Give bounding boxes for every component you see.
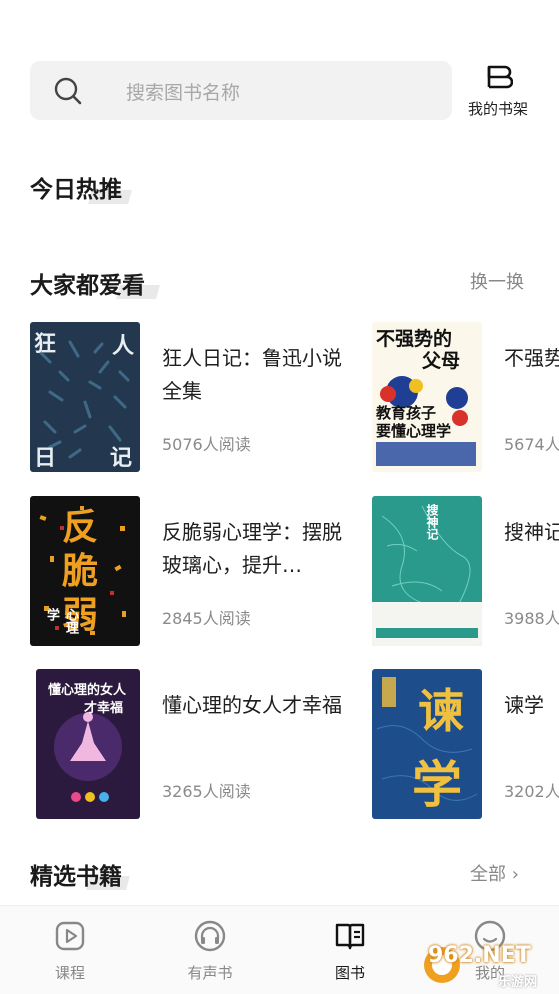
refresh-button[interactable]: 换一换: [470, 268, 524, 294]
book-cover: 搜神记: [372, 496, 482, 646]
cover-subtitle: 心理学: [44, 608, 78, 634]
tab-label: 有声书: [187, 964, 233, 982]
cover-title-char: 狂: [34, 331, 57, 357]
book-item[interactable]: 狂 人 日 记 狂人日记：鲁迅小说全集 5076人阅读: [30, 322, 360, 474]
book-title: 反脆弱心理学：摆脱玻璃心，提升…: [162, 520, 342, 577]
cover-title-char: 谏: [418, 684, 464, 738]
tab-books[interactable]: 图书: [280, 906, 420, 994]
cover-title-char: 学: [412, 755, 462, 814]
search-icon: [54, 77, 82, 105]
tab-courses[interactable]: 课程: [0, 906, 140, 994]
headphones-icon: [194, 920, 226, 952]
search-bar[interactable]: 搜索图书名称: [30, 61, 452, 120]
book-cover: 不强势的 父母 教育孩子 要懂心理学: [372, 322, 482, 472]
book-title: 懂心理的女人才幸福: [162, 693, 342, 717]
book-read-count: 5674人阅读: [504, 435, 559, 454]
cover-title-char: 人: [112, 333, 135, 359]
book-cover: 反 脆 弱 心理学: [30, 496, 140, 646]
book-cover: 谏 学: [372, 669, 482, 819]
book-item[interactable]: 搜神记 搜神记 3988人阅读: [372, 496, 559, 648]
book-title: 谏学: [504, 693, 544, 717]
book-read-count: 3202人阅读: [504, 782, 559, 801]
search-placeholder: 搜索图书名称: [126, 82, 241, 104]
book-item[interactable]: 懂心理的女人 才幸福 懂心理的女人才幸福 3265人阅读: [30, 669, 360, 821]
section-title-featured: 精选书籍: [30, 863, 122, 890]
book-item[interactable]: 不强势的 父母 教育孩子 要懂心理学 不强势的父母，才能教育孩子 5674人阅读: [372, 322, 559, 474]
view-all-link[interactable]: 全部 ›: [470, 860, 519, 886]
book-title: 狂人日记：鲁迅小说全集: [162, 346, 342, 403]
book-read-count: 2845人阅读: [162, 609, 251, 628]
cover-title-line: 懂心理的女人: [48, 683, 127, 698]
my-bookshelf-button[interactable]: 我的书架: [462, 62, 534, 122]
book-read-count: 3265人阅读: [162, 782, 251, 801]
book-item[interactable]: 谏 学 谏学 3202人阅读: [372, 669, 559, 821]
book-title: 不强势的父母，才能教育孩子: [504, 346, 559, 370]
cover-title-char: 记: [110, 445, 133, 471]
book-title: 搜神记: [504, 520, 559, 544]
play-icon: [55, 921, 85, 951]
book-item[interactable]: 反 脆 弱 心理学 反脆弱心理学：摆脱玻璃心，提升… 2845人阅读: [30, 496, 360, 648]
tab-audiobooks[interactable]: 有声书: [140, 906, 280, 994]
section-title-today: 今日热推: [30, 176, 122, 203]
bookshelf-icon: [487, 65, 513, 89]
watermark-subtext: 乐游网: [498, 975, 538, 990]
tab-label: 课程: [54, 964, 85, 982]
book-read-count: 5076人阅读: [162, 435, 251, 454]
book-cover: 懂心理的女人 才幸福: [36, 669, 140, 819]
cover-title-line: 才幸福: [84, 701, 124, 716]
book-icon: [335, 923, 365, 950]
book-cover: 狂 人 日 记: [30, 322, 140, 472]
cover-title-line: 父母: [422, 350, 461, 372]
site-watermark: 962.NET 乐游网: [420, 935, 559, 993]
book-read-count: 3988人阅读: [504, 609, 559, 628]
cover-subtitle-line: 要懂心理学: [376, 422, 452, 440]
section-title-popular: 大家都爱看: [30, 272, 145, 299]
bookshelf-label: 我的书架: [467, 100, 528, 118]
cover-title-char: 日: [34, 445, 57, 471]
cover-title: 搜神记: [425, 504, 439, 540]
tab-label: 图书: [334, 964, 365, 982]
watermark-text: 962.NET: [428, 943, 531, 968]
